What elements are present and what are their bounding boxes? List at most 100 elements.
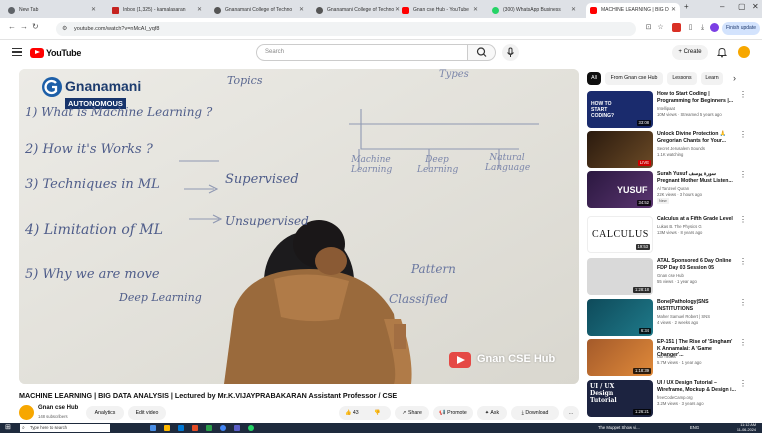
screenshot-icon[interactable]: ⊡ [644,23,653,32]
avatar[interactable] [738,46,750,58]
create-button[interactable]: + Create [672,45,708,60]
voice-search-button[interactable] [502,44,519,61]
video-title-link[interactable]: Bone|Pathology|SNS INSTITUTIONS [657,299,737,312]
window-close-icon[interactable]: ✕ [752,2,759,11]
language-indicator[interactable]: ENG [690,423,699,433]
channel-name[interactable]: Lukas B. The Physics G [657,224,737,229]
more-options-icon[interactable]: ⋮ [739,380,747,388]
recommendation-item[interactable]: 6:34 Bone|Pathology|SNS INSTITUTIONS Mah… [587,299,747,337]
more-options-icon[interactable]: ⋮ [739,339,747,347]
site-info-icon[interactable]: ⚙ [62,22,67,36]
video-title-link[interactable]: UI / UX Design Tutorial – Wireframe, Moc… [657,380,737,393]
back-arrow-icon[interactable]: ← [8,22,16,31]
file-explorer-icon[interactable] [164,425,170,431]
more-actions-button[interactable]: ... [563,406,579,420]
share-button[interactable]: ↗ Share [395,406,429,420]
video-thumbnail[interactable]: 6:34 [587,299,653,336]
tab-active-video[interactable]: MACHINE LEARNING | BIG D ✕ [586,3,680,18]
recommendation-item[interactable]: HOW TO START CODING? 33:08 How to Start … [587,91,747,129]
channel-name[interactable]: Intellipaat [657,106,737,111]
sidepanel-icon[interactable]: ▯ [686,23,695,32]
channel-name[interactable]: Gnan cse Hub [657,273,737,278]
more-options-icon[interactable]: ⋮ [739,171,747,179]
ask-button[interactable]: ✦ Ask [477,406,507,420]
reload-icon[interactable]: ↻ [32,22,39,31]
more-options-icon[interactable]: ⋮ [739,91,747,99]
thumbs-down-icon[interactable]: 👎 [374,406,380,420]
tab-gnanamani-2[interactable]: Gnanamani College of Techno ✕ [312,3,404,18]
task-view-icon[interactable] [150,425,156,431]
channel-name[interactable]: freeCodeCamp.org [657,395,737,400]
recommendation-item[interactable]: CALCULUS 19:53 Calculus at a Fifth Grade… [587,216,747,254]
chip-from-channel[interactable]: From Gnan cse Hub [605,72,663,85]
tab-whatsapp[interactable]: (300) WhatsApp Business ✕ [488,3,580,18]
more-options-icon[interactable]: ⋮ [739,299,747,307]
extension-icon[interactable] [672,23,681,32]
video-thumbnail[interactable]: 1:28:18 [587,258,653,295]
bookmark-star-icon[interactable]: ☆ [656,23,665,32]
close-icon[interactable]: ✕ [197,3,202,18]
like-dislike-button[interactable]: 👍 43 👎 [339,406,391,420]
video-title-link[interactable]: How to Start Coding | Programming for Be… [657,91,737,104]
close-icon[interactable]: ✕ [91,3,96,18]
taskbar-clock[interactable]: 11:12 AM 11-06-2024 [737,423,756,433]
taskbar-search-input[interactable]: ⌕ Type here to search [20,424,110,432]
youtube-logo[interactable]: YouTube [30,47,81,58]
chevron-right-icon[interactable]: › [733,72,736,84]
download-button[interactable]: ⤓ Download [511,406,559,420]
more-options-icon[interactable]: ⋮ [739,258,747,266]
analytics-button[interactable]: Analytics [86,406,124,420]
video-thumbnail[interactable]: 1:18:39 [587,339,653,376]
channel-name[interactable]: Al Tanzeel Quran [657,186,737,191]
chip-learn[interactable]: Learn [701,72,723,85]
video-thumbnail[interactable]: UI / UX Design Tutorial 1:26:21 [587,380,653,417]
video-thumbnail[interactable]: LIVE [587,131,653,168]
more-options-icon[interactable]: ⋮ [739,131,747,139]
tab-gnanamani-1[interactable]: Gnanamani College of Techno ✕ [210,3,308,18]
tab-youtube-channel[interactable]: Gnan cse Hub - YouTube ✕ [398,3,482,18]
excel-icon[interactable] [206,425,212,431]
video-thumbnail[interactable]: CALCULUS 19:53 [587,216,653,253]
video-title-link[interactable]: ATAL Sponsored 6 Day Online FDP Day 03 S… [657,258,737,271]
menu-icon[interactable] [12,48,22,56]
minimize-icon[interactable]: – [720,2,724,11]
video-thumbnail[interactable]: YUSUF 34:52 [587,171,653,208]
recommendation-item[interactable]: 1:18:39 EP-151 | The Rise of 'Singham' K… [587,339,747,377]
video-player[interactable]: Gnanamani AUTONOMOUS Topics Types 1) Wha… [19,69,579,384]
video-title-link[interactable]: Unlock Divine Protection 🙏 Gregorian Cha… [657,131,737,144]
chip-lessons[interactable]: Lessons [667,72,697,85]
finish-update-button[interactable]: Finish update [722,22,760,35]
video-thumbnail[interactable]: HOW TO START CODING? 33:08 [587,91,653,128]
now-playing-widget[interactable]: The Muppet Show vi... [598,424,640,432]
chrome-icon[interactable] [220,425,226,431]
search-input[interactable]: Search [256,44,468,61]
close-icon[interactable]: ✕ [299,3,304,18]
channel-avatar[interactable] [19,405,34,420]
video-title-link[interactable]: Surah Yusuf سورة يوسف Pregnant Mother Mu… [657,171,737,184]
channel-name[interactable]: Secret Jerusalem Sounds [657,146,737,151]
search-button[interactable] [468,44,496,61]
more-options-icon[interactable]: ⋮ [739,216,747,224]
recommendation-item[interactable]: UI / UX Design Tutorial 1:26:21 UI / UX … [587,380,747,418]
recommendation-item[interactable]: 1:28:18 ATAL Sponsored 6 Day Online FDP … [587,258,747,296]
tab-new-tab[interactable]: New Tab ✕ [4,3,100,18]
channel-name[interactable]: Maher Samuel Robert | SNS [657,314,737,319]
close-icon[interactable]: ✕ [571,3,576,18]
edit-video-button[interactable]: Edit video [128,406,166,420]
notifications-bell-icon[interactable] [716,46,728,58]
recommendation-item[interactable]: YUSUF 34:52 Surah Yusuf سورة يوسف Pregna… [587,171,747,209]
forward-arrow-icon[interactable]: → [20,22,28,31]
video-title-link[interactable]: Calculus at a Fifth Grade Level [657,216,737,223]
whatsapp-icon[interactable] [248,425,254,431]
chip-all[interactable]: All [587,72,601,85]
new-tab-plus-icon[interactable]: + [684,2,689,11]
close-icon[interactable]: ✕ [473,3,478,18]
profile-icon[interactable] [710,23,719,32]
windows-start-icon[interactable]: ⊞ [5,424,11,432]
maximize-icon[interactable]: ▢ [738,2,746,11]
teams-icon[interactable] [234,425,240,431]
tab-gmail[interactable]: Inbox (1,325) - kamalasaran ✕ [108,3,206,18]
url-bar[interactable]: ⚙ youtube.com/watch?v=nMcAI_yqf8 [56,22,636,36]
recommendation-item[interactable]: LIVE Unlock Divine Protection 🙏 Gregoria… [587,131,747,169]
channel-name[interactable]: Gnan cse Hub [38,405,78,411]
